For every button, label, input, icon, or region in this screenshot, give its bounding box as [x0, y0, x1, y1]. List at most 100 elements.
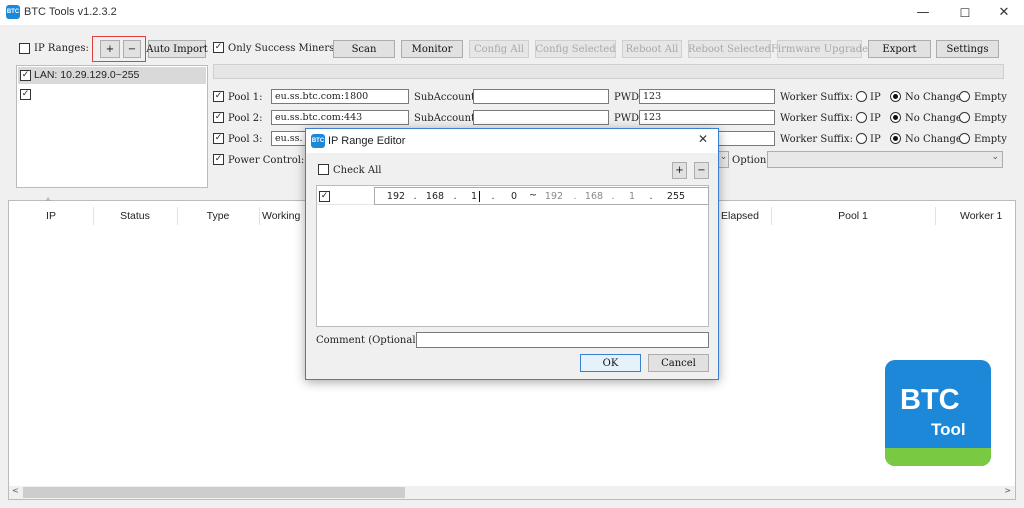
range-separator: ~ — [529, 190, 537, 201]
suffix-radio-empty[interactable] — [959, 91, 970, 102]
firmware-upgrade-button[interactable]: Firmware Upgrade — [771, 40, 868, 58]
ip-start-octet-3[interactable]: 1 — [463, 191, 485, 202]
range-list[interactable]: ✓ LAN: 10.29.129.0~255 ✓ — [16, 65, 208, 188]
ip-ranges-checkbox[interactable] — [19, 43, 30, 54]
window-title: BTC Tools v1.2.3.2 — [24, 6, 117, 18]
suffix-radio-nochange[interactable] — [890, 133, 901, 144]
add-range-button[interactable]: + — [100, 40, 120, 58]
pwd-input[interactable]: 123 — [639, 110, 775, 125]
auto-import-button[interactable]: Auto Import — [146, 40, 208, 58]
ip-dot: . — [453, 191, 457, 202]
maximize-button[interactable]: ☐ — [945, 0, 985, 25]
pool-url-input[interactable]: eu.ss.btc.com:443 — [271, 110, 409, 125]
ip-dot: . — [413, 191, 417, 202]
column-separator — [259, 207, 260, 225]
dialog-remove-button[interactable]: − — [694, 162, 709, 179]
monitor-button[interactable]: Monitor — [401, 40, 463, 58]
option-select[interactable]: ⌄ — [767, 151, 1003, 168]
column-header-status[interactable]: Status — [94, 202, 176, 230]
scrollbar-thumb[interactable] — [23, 487, 405, 498]
logo-text-btc: BTC — [900, 384, 960, 416]
check-all-checkbox[interactable] — [318, 164, 329, 175]
worker-suffix-label: Worker Suffix: — [780, 92, 853, 103]
suffix-radio-nochange[interactable] — [890, 91, 901, 102]
pool-label: Pool 1: — [228, 92, 263, 103]
column-header-pool-1[interactable]: Pool 1 — [772, 202, 934, 230]
range-editor-list[interactable]: ✓ 192 . 168 . 1 . 0 ~ 192 . 168 . 1 . 25… — [316, 185, 709, 327]
pwd-input[interactable]: 123 — [639, 89, 775, 104]
suffix-option-label: Empty — [974, 113, 1007, 124]
btc-tool-logo: BTC Tool — [885, 360, 991, 466]
dialog-add-button[interactable]: + — [672, 162, 687, 179]
reboot-all-button[interactable]: Reboot All — [622, 40, 682, 58]
pool-checkbox[interactable]: ✓ — [213, 112, 224, 123]
worker-suffix-label: Worker Suffix: — [780, 113, 853, 124]
range-checkbox[interactable]: ✓ — [20, 70, 31, 81]
suffix-radio-ip[interactable] — [856, 133, 867, 144]
range-label[interactable]: LAN: 10.29.129.0~255 — [34, 69, 139, 81]
ok-button[interactable]: OK — [580, 354, 641, 372]
ip-end-octet-1[interactable]: 192 — [543, 191, 565, 202]
pool-label: Pool 2: — [228, 113, 263, 124]
ip-range-input[interactable]: 192 . 168 . 1 . 0 ~ 192 . 168 . 1 . 255 — [374, 187, 709, 205]
column-header-elapsed[interactable]: Elapsed — [710, 202, 770, 230]
comment-label: Comment (Optional): — [316, 335, 423, 346]
pool-checkbox[interactable]: ✓ — [213, 133, 224, 144]
horizontal-scrollbar[interactable]: < > — [9, 486, 1015, 499]
ip-dot: . — [573, 191, 577, 202]
worker-suffix-label: Worker Suffix: — [780, 134, 853, 145]
suffix-radio-empty[interactable] — [959, 133, 970, 144]
scroll-right-icon[interactable]: > — [1004, 486, 1011, 495]
pool-label: Pool 3: — [228, 134, 263, 145]
suffix-radio-ip[interactable] — [856, 112, 867, 123]
ip-dot: . — [649, 191, 653, 202]
dialog-close-button[interactable]: ✕ — [692, 132, 714, 150]
suffix-radio-empty[interactable] — [959, 112, 970, 123]
subaccount-label: SubAccount: — [414, 92, 479, 103]
logo-accent-bar — [885, 448, 991, 466]
suffix-option-label: IP — [870, 113, 881, 124]
column-header-type[interactable]: Type — [178, 202, 258, 230]
suffix-radio-nochange[interactable] — [890, 112, 901, 123]
column-header-worker-1[interactable]: Worker 1 — [960, 202, 1020, 230]
power-control-checkbox[interactable]: ✓ — [213, 154, 224, 165]
ip-start-octet-1[interactable]: 192 — [385, 191, 407, 202]
ip-range-editor-dialog: BTC IP Range Editor ✕ Check All + − ✓ 19… — [305, 128, 719, 380]
minimize-button[interactable]: — — [903, 0, 943, 25]
pool-checkbox[interactable]: ✓ — [213, 91, 224, 102]
config-selected-button[interactable]: Config Selected — [535, 40, 616, 58]
ip-end-octet-2[interactable]: 168 — [583, 191, 605, 202]
scroll-left-icon[interactable]: < — [12, 486, 19, 495]
check-all-label: Check All — [333, 165, 382, 176]
column-header-ip[interactable]: IP — [10, 202, 92, 230]
config-all-button[interactable]: Config All — [469, 40, 529, 58]
export-button[interactable]: Export — [868, 40, 931, 58]
chevron-down-icon[interactable]: ⌄ — [718, 151, 729, 168]
ip-start-octet-2[interactable]: 168 — [424, 191, 446, 202]
remove-range-button[interactable]: − — [123, 40, 141, 58]
range-editor-checkbox[interactable]: ✓ — [319, 191, 330, 202]
pool-url-input[interactable]: eu.ss.btc.com:1800 — [271, 89, 409, 104]
title-bar: BTC BTC Tools v1.2.3.2 — ☐ ✕ — [0, 0, 1024, 25]
reboot-selected-button[interactable]: Reboot Selected — [688, 40, 771, 58]
ip-start-octet-4[interactable]: 0 — [503, 191, 525, 202]
cancel-button[interactable]: Cancel — [648, 354, 709, 372]
dialog-title: IP Range Editor — [328, 135, 406, 147]
ip-end-octet-3[interactable]: 1 — [621, 191, 643, 202]
subaccount-input[interactable] — [473, 110, 609, 125]
range-checkbox[interactable]: ✓ — [20, 89, 31, 100]
suffix-option-label: IP — [870, 92, 881, 103]
subaccount-input[interactable] — [473, 89, 609, 104]
ip-ranges-label: IP Ranges: — [34, 43, 89, 54]
subaccount-label: SubAccount: — [414, 113, 479, 124]
ip-dot: . — [491, 191, 495, 202]
ip-end-octet-4[interactable]: 255 — [663, 191, 689, 202]
comment-input[interactable] — [416, 332, 709, 348]
logo-text-tool: Tool — [931, 420, 966, 439]
close-button[interactable]: ✕ — [984, 0, 1024, 25]
scan-button[interactable]: Scan — [333, 40, 395, 58]
suffix-radio-ip[interactable] — [856, 91, 867, 102]
only-success-checkbox[interactable]: ✓ — [213, 42, 224, 53]
settings-button[interactable]: Settings — [936, 40, 999, 58]
column-separator — [935, 207, 936, 225]
